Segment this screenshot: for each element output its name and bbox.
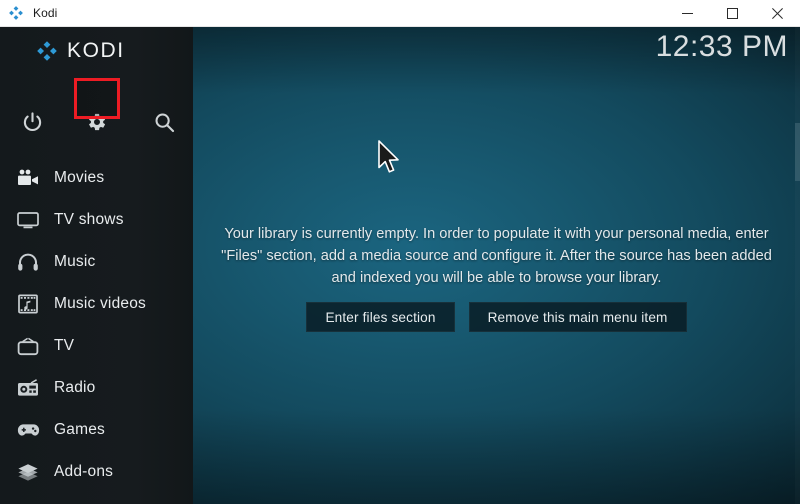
sidebar-item-tv[interactable]: TV — [0, 325, 193, 367]
sidebar-item-add-ons[interactable]: Add-ons — [0, 451, 193, 493]
minimize-icon[interactable] — [665, 0, 710, 27]
sidebar-item-label: TV — [54, 337, 75, 354]
window-title-bar: Kodi — [0, 0, 800, 27]
close-icon[interactable] — [755, 0, 800, 27]
gamepad-icon — [12, 418, 44, 442]
clock-display: 12:33 PM — [655, 30, 788, 63]
sidebar-item-tv-shows[interactable]: TV shows — [0, 199, 193, 241]
sidebar-item-label: TV shows — [54, 211, 124, 228]
sidebar-item-label: Add-ons — [54, 463, 114, 480]
sidebar-item-movies[interactable]: Movies — [0, 157, 193, 199]
search-icon[interactable] — [136, 99, 192, 145]
kodi-app-window: Kodi 12:33 PM Your library is currently … — [0, 0, 800, 504]
sidebar-item-label: Music videos — [54, 295, 146, 312]
kodi-logo-icon — [8, 5, 24, 21]
sidebar-menu: Movies TV shows Music Music videos TV Ra… — [0, 157, 193, 504]
monitor-icon — [12, 208, 44, 232]
window-title-text: Kodi — [33, 6, 58, 20]
sidebar-item-radio[interactable]: Radio — [0, 367, 193, 409]
sidebar: KODI Movies TV shows Music Music videos … — [0, 27, 193, 504]
sidebar-item-label: Music — [54, 253, 96, 270]
maximize-icon[interactable] — [710, 0, 755, 27]
kodi-logo-icon — [36, 40, 58, 62]
sidebar-item-label: Movies — [54, 169, 105, 186]
vertical-scrollbar-thumb[interactable] — [795, 123, 800, 181]
sidebar-item-pictures[interactable]: Pictures — [0, 493, 193, 504]
remove-main-menu-item-button[interactable]: Remove this main menu item — [468, 302, 687, 332]
movie-camera-icon — [12, 166, 44, 190]
radio-icon — [12, 376, 44, 400]
kodi-interface: 12:33 PM Your library is currently empty… — [0, 27, 800, 504]
empty-library-actions: Enter files section Remove this main men… — [306, 302, 687, 332]
sidebar-item-label: Games — [54, 421, 105, 438]
kodi-brand-text: KODI — [67, 39, 125, 62]
kodi-brand: KODI — [36, 36, 125, 66]
sidebar-item-games[interactable]: Games — [0, 409, 193, 451]
addons-box-icon — [12, 460, 44, 484]
sidebar-item-music-videos[interactable]: Music videos — [0, 283, 193, 325]
sidebar-item-music[interactable]: Music — [0, 241, 193, 283]
headphones-icon — [12, 250, 44, 274]
empty-library-message: Your library is currently empty. In orde… — [221, 226, 772, 286]
settings-highlight-box — [74, 78, 120, 119]
television-icon — [12, 334, 44, 358]
power-icon[interactable] — [4, 99, 60, 145]
empty-library-panel: Your library is currently empty. In orde… — [193, 223, 800, 332]
enter-files-section-button[interactable]: Enter files section — [306, 302, 455, 332]
film-note-icon — [12, 292, 44, 316]
vertical-scrollbar-track[interactable] — [795, 27, 800, 504]
sidebar-item-label: Radio — [54, 379, 96, 396]
mouse-pointer — [377, 140, 403, 178]
